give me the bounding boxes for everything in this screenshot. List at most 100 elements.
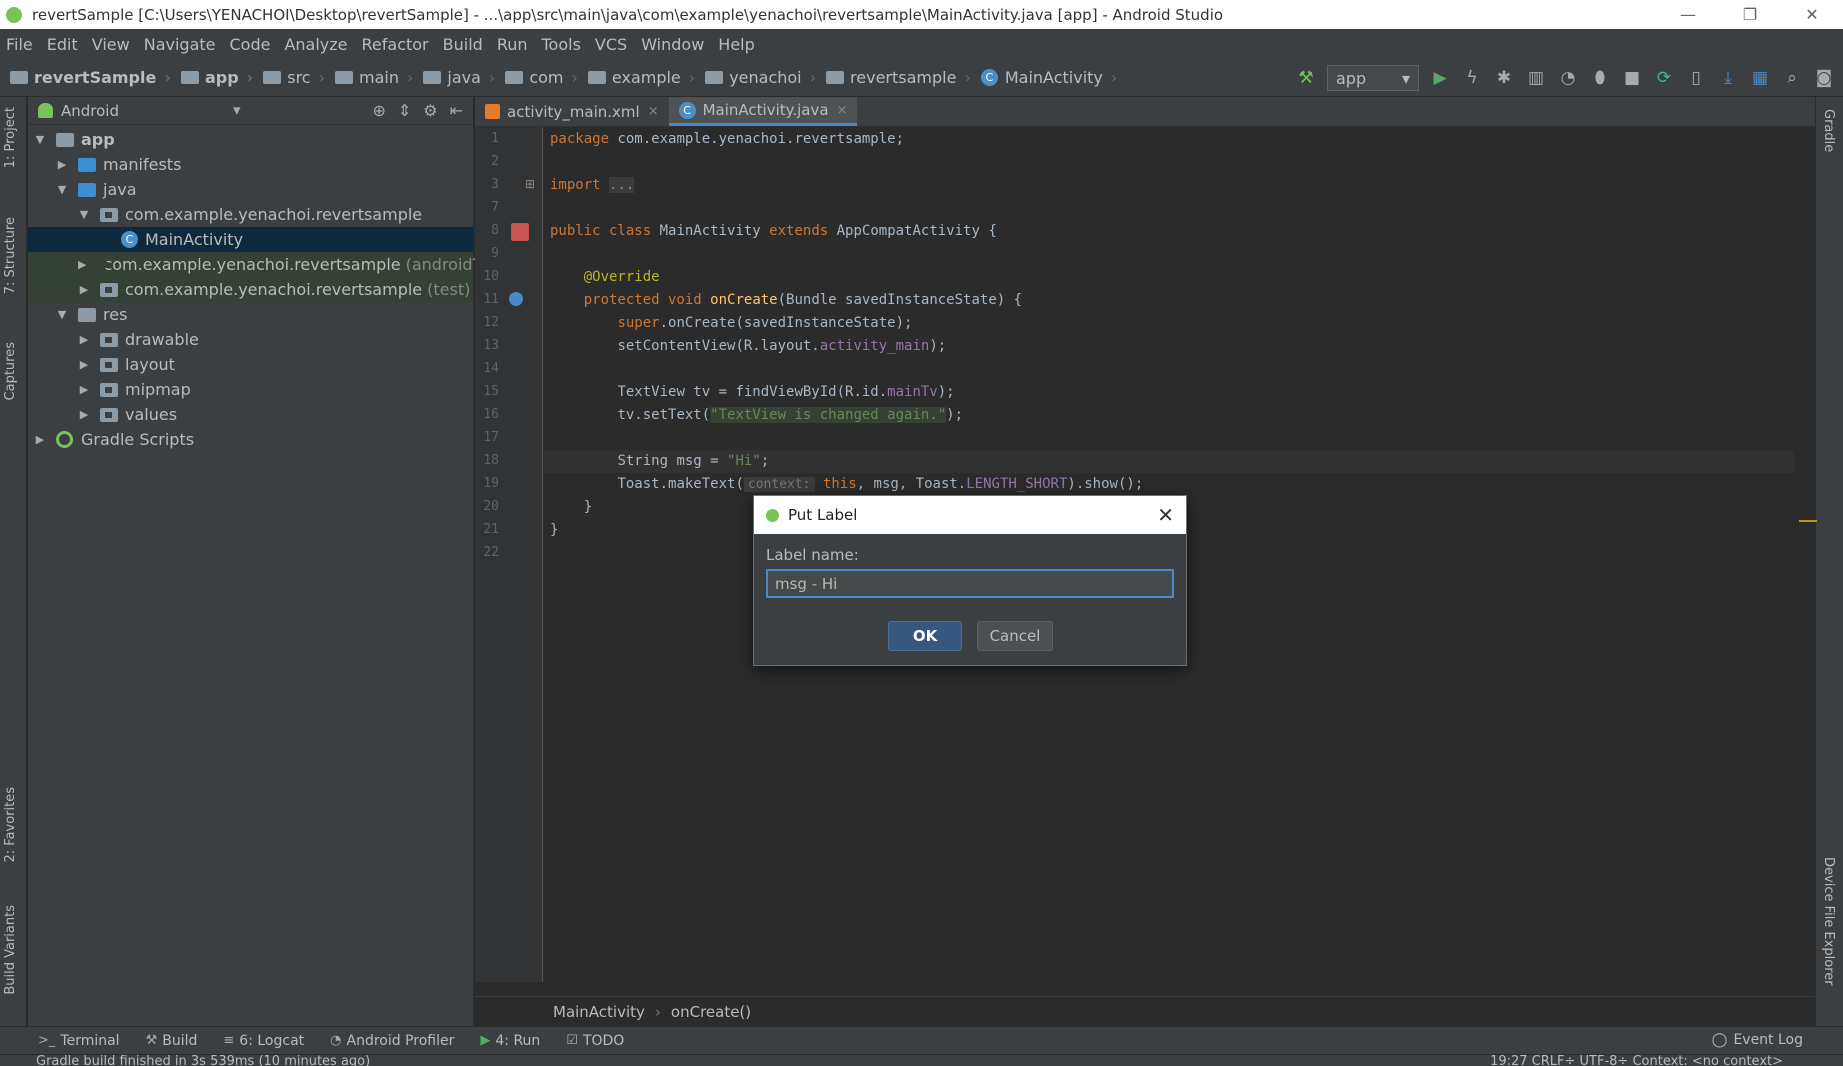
tool-logcat[interactable]: ≡ 6: Logcat xyxy=(223,1033,304,1049)
override-gutter-icon[interactable] xyxy=(509,292,523,306)
tool-tab-project[interactable]: 1: Project xyxy=(3,107,18,168)
tool-tab-device-file-explorer[interactable]: Device File Explorer xyxy=(1821,857,1836,986)
tool-tab-gradle[interactable]: Gradle xyxy=(1821,109,1836,152)
nav-crumb-project[interactable]: revertSample › xyxy=(10,68,171,87)
tree-node-manifests[interactable]: ▶ manifests xyxy=(28,152,473,177)
menu-vcs[interactable]: VCS xyxy=(595,35,627,54)
tree-node-values[interactable]: ▶ values xyxy=(28,402,473,427)
close-window-button[interactable]: ✕ xyxy=(1781,0,1843,29)
tool-tab-captures[interactable]: Captures xyxy=(3,342,18,400)
tool-event-log[interactable]: ◯ Event Log xyxy=(1712,1032,1803,1048)
nav-crumb-revertsample[interactable]: revertsample › xyxy=(826,68,971,87)
avd-manager-icon[interactable]: ▯ xyxy=(1685,67,1707,89)
nav-crumb-com[interactable]: com › xyxy=(505,68,578,87)
sdk-manager-icon[interactable]: ⤓ xyxy=(1717,67,1739,89)
chevron-down-icon[interactable]: ▾ xyxy=(233,101,241,119)
menu-run[interactable]: Run xyxy=(497,35,528,54)
tab-activity-main-xml[interactable]: activity_main.xml × xyxy=(475,97,669,126)
sync-gradle-icon[interactable]: ⟳ xyxy=(1653,67,1675,89)
make-project-hammer-icon[interactable]: ⚒ xyxy=(1295,67,1317,89)
apply-changes-icon[interactable]: ϟ xyxy=(1461,67,1483,89)
tree-node-gradle-scripts[interactable]: ▶ Gradle Scripts xyxy=(28,427,473,452)
run-icon[interactable]: ▶ xyxy=(1429,67,1451,89)
tool-run[interactable]: ▶ 4: Run xyxy=(480,1033,540,1049)
tree-node-package-test[interactable]: ▶ com.example.yenachoi.revertsample (test) xyxy=(28,277,473,302)
menu-tools[interactable]: Tools xyxy=(542,35,581,54)
chevron-right-icon[interactable]: ▶ xyxy=(78,283,90,296)
nav-crumb-module[interactable]: app › xyxy=(180,68,253,87)
ok-button[interactable]: OK xyxy=(888,621,962,651)
tree-node-drawable[interactable]: ▶ drawable xyxy=(28,327,473,352)
menu-analyze[interactable]: Analyze xyxy=(284,35,347,54)
project-structure-icon[interactable]: ▦ xyxy=(1749,67,1771,89)
breadcrumb-class[interactable]: MainActivity xyxy=(553,1003,645,1021)
gear-icon[interactable]: ⚙ xyxy=(423,101,437,120)
nav-crumb-src[interactable]: src › xyxy=(263,68,325,87)
tree-node-layout[interactable]: ▶ layout xyxy=(28,352,473,377)
chevron-down-icon[interactable]: ▼ xyxy=(56,308,68,321)
user-icon[interactable]: ◙ xyxy=(1813,67,1835,89)
minimize-button[interactable]: — xyxy=(1657,0,1719,29)
fold-expand-icon[interactable]: ⊞ xyxy=(525,177,535,191)
nav-crumb-mainactivity[interactable]: C MainActivity › xyxy=(980,68,1117,87)
menu-navigate[interactable]: Navigate xyxy=(144,35,216,54)
chevron-right-icon[interactable]: ▶ xyxy=(78,383,90,396)
tree-node-java[interactable]: ▼ java xyxy=(28,177,473,202)
nav-crumb-main[interactable]: main › xyxy=(335,68,413,87)
tree-node-mipmap[interactable]: ▶ mipmap xyxy=(28,377,473,402)
tree-node-package-androidtest[interactable]: ▶ com.example.yenachoi.revertsample (andro… xyxy=(28,252,510,277)
debug-icon[interactable]: ✱ xyxy=(1493,67,1515,89)
tool-tab-favorites[interactable]: 2: Favorites xyxy=(3,787,18,863)
run-configuration-select[interactable]: app ▾ xyxy=(1327,65,1419,91)
chevron-down-icon[interactable]: ▼ xyxy=(78,208,90,221)
chevron-right-icon[interactable]: ▶ xyxy=(78,258,86,271)
tab-mainactivity-java[interactable]: C MainActivity.java × xyxy=(668,97,858,126)
menu-refactor[interactable]: Refactor xyxy=(362,35,429,54)
nav-crumb-java[interactable]: java › xyxy=(423,68,495,87)
chevron-right-icon[interactable]: ▶ xyxy=(78,358,90,371)
menu-edit[interactable]: Edit xyxy=(47,35,78,54)
tool-build[interactable]: ⚒ Build xyxy=(146,1033,198,1049)
nav-crumb-example[interactable]: example › xyxy=(587,68,695,87)
run-gutter-icon[interactable] xyxy=(511,223,529,241)
search-icon[interactable]: ⌕ xyxy=(1781,67,1803,89)
tool-terminal[interactable]: >_ Terminal xyxy=(38,1033,120,1049)
stop-icon[interactable]: ■ xyxy=(1621,67,1643,89)
menu-help[interactable]: Help xyxy=(718,35,754,54)
locate-file-icon[interactable]: ⊕ xyxy=(372,101,385,120)
tree-node-res[interactable]: ▼ res xyxy=(28,302,473,327)
close-icon[interactable]: × xyxy=(648,104,659,119)
menu-build[interactable]: Build xyxy=(443,35,483,54)
close-icon[interactable]: ✕ xyxy=(1157,503,1174,527)
cancel-button[interactable]: Cancel xyxy=(977,621,1053,651)
status-message[interactable]: Gradle build finished in 3s 539ms (10 mi… xyxy=(36,1055,370,1066)
chevron-right-icon[interactable]: ▶ xyxy=(34,433,46,446)
chevron-right-icon[interactable]: ▶ xyxy=(78,333,90,346)
profile-icon[interactable]: ◔ xyxy=(1557,67,1579,89)
chevron-right-icon[interactable]: ▶ xyxy=(56,158,68,171)
chevron-down-icon[interactable]: ▼ xyxy=(56,183,68,196)
chevron-down-icon[interactable]: ▼ xyxy=(34,133,46,146)
maximize-button[interactable]: ❐ xyxy=(1719,0,1781,29)
menu-code[interactable]: Code xyxy=(230,35,271,54)
tree-node-mainactivity[interactable]: C MainActivity xyxy=(28,227,473,252)
collapse-all-icon[interactable]: ⇕ xyxy=(398,101,411,120)
label-name-input[interactable] xyxy=(766,569,1174,598)
breadcrumb-method[interactable]: onCreate() xyxy=(671,1003,751,1021)
tool-todo[interactable]: ☑ TODO xyxy=(566,1033,624,1049)
hide-panel-icon[interactable]: ⇤ xyxy=(450,101,463,120)
coverage-icon[interactable]: ▥ xyxy=(1525,67,1547,89)
tool-android-profiler[interactable]: ◔ Android Profiler xyxy=(330,1033,454,1049)
project-view-select[interactable]: Android xyxy=(61,102,119,120)
folded-imports[interactable]: ... xyxy=(609,177,635,193)
tool-tab-build-variants[interactable]: Build Variants xyxy=(3,905,18,995)
close-icon[interactable]: × xyxy=(837,103,848,118)
nav-crumb-yenachoi[interactable]: yenachoi › xyxy=(705,68,816,87)
tool-tab-structure[interactable]: 7: Structure xyxy=(3,217,18,294)
status-right-info[interactable]: 19:27 CRLF÷ UTF-8÷ Context: <no context> xyxy=(1490,1055,1783,1066)
tree-node-package[interactable]: ▼ com.example.yenachoi.revertsample xyxy=(28,202,473,227)
attach-debugger-icon[interactable]: ⬮ xyxy=(1589,67,1611,89)
menu-window[interactable]: Window xyxy=(641,35,704,54)
error-stripe-marker[interactable] xyxy=(1799,520,1817,522)
menu-file[interactable]: File xyxy=(6,35,33,54)
